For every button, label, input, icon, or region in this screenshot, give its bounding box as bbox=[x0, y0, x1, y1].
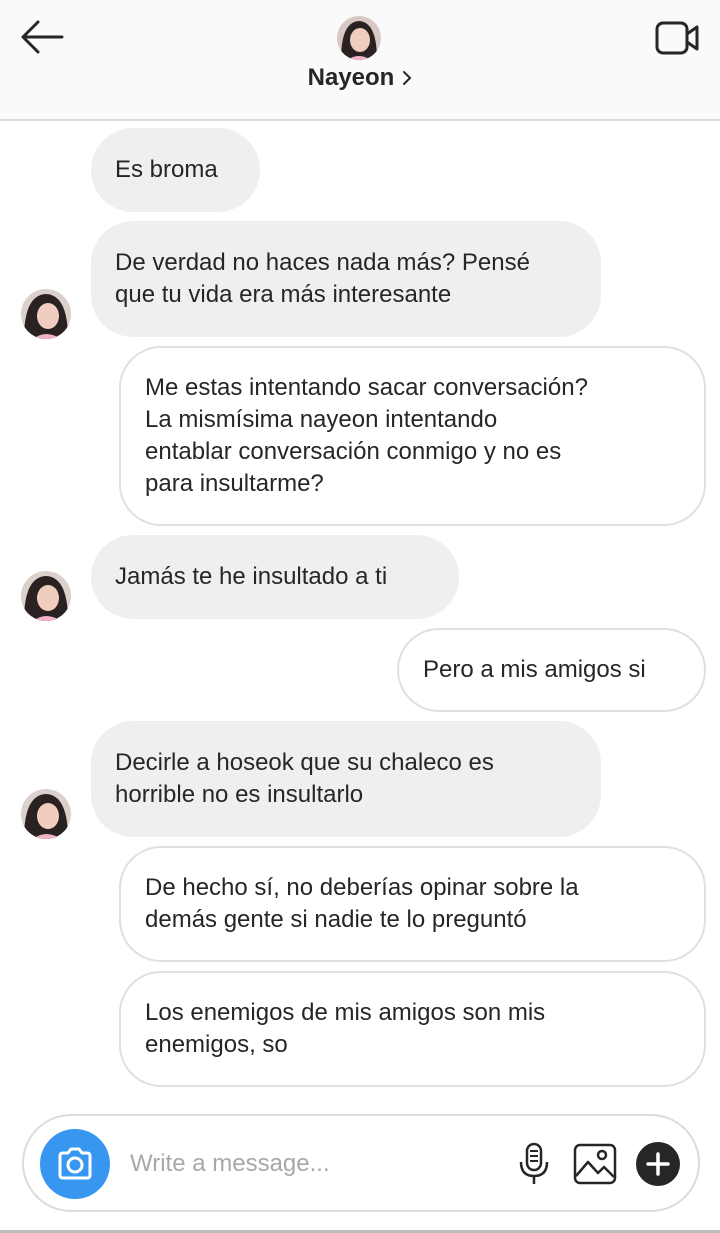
contact-avatar[interactable] bbox=[337, 16, 381, 60]
message-composer bbox=[22, 1114, 700, 1212]
arrow-left-icon bbox=[21, 20, 64, 54]
message-bubble-incoming[interactable]: Jamás te he insultado a ti bbox=[91, 535, 459, 619]
chevron-right-icon bbox=[403, 71, 412, 85]
sender-avatar[interactable] bbox=[21, 789, 71, 839]
message-text: horrible no es insultarlo bbox=[115, 781, 364, 808]
video-call-button[interactable] bbox=[654, 18, 702, 58]
image-gallery-icon bbox=[573, 1143, 617, 1185]
contact-name: Nayeon bbox=[307, 64, 395, 91]
message-bubble-incoming[interactable]: De verdad no haces nada más? Pensé que t… bbox=[91, 221, 601, 337]
voice-message-button[interactable] bbox=[514, 1142, 554, 1186]
contact-name-link[interactable]: Nayeon bbox=[0, 64, 720, 92]
message-bubble-outgoing[interactable]: Los enemigos de mis amigos son mis enemi… bbox=[119, 971, 706, 1087]
gallery-button[interactable] bbox=[572, 1142, 618, 1186]
plus-circle-icon bbox=[646, 1152, 670, 1176]
message-text: demás gente si nadie te lo preguntó bbox=[145, 906, 527, 933]
camera-icon bbox=[58, 1147, 92, 1180]
message-bubble-incoming[interactable]: Decirle a hoseok que su chaleco es horri… bbox=[91, 721, 601, 837]
more-options-button[interactable] bbox=[636, 1142, 680, 1186]
message-text: Los enemigos de mis amigos son mis bbox=[145, 999, 546, 1026]
message-text: Pero a mis amigos si bbox=[423, 656, 646, 683]
video-camera-icon bbox=[655, 21, 699, 55]
message-text: Me estas intentando sacar conversación? bbox=[145, 374, 588, 401]
back-button[interactable] bbox=[18, 16, 66, 60]
message-text: La mismísima nayeon intentando bbox=[145, 406, 498, 433]
message-text: Jamás te he insultado a ti bbox=[115, 563, 388, 590]
message-text: enemigos, so bbox=[145, 1031, 288, 1058]
message-bubble-incoming[interactable]: Es broma bbox=[91, 128, 260, 212]
message-bubble-outgoing[interactable]: De hecho sí, no deberías opinar sobre la… bbox=[119, 846, 706, 962]
message-bubble-outgoing[interactable]: Pero a mis amigos si bbox=[397, 628, 706, 712]
sender-avatar[interactable] bbox=[21, 571, 71, 621]
message-input[interactable] bbox=[130, 1144, 490, 1184]
microphone-icon bbox=[519, 1142, 549, 1184]
camera-button[interactable] bbox=[40, 1129, 110, 1199]
message-bubble-outgoing[interactable]: Me estas intentando sacar conversación? … bbox=[119, 346, 706, 526]
message-text: Decirle a hoseok que su chaleco es bbox=[115, 749, 494, 776]
message-text: De hecho sí, no deberías opinar sobre la bbox=[145, 874, 579, 901]
message-text: entablar conversación conmigo y no es bbox=[145, 438, 562, 465]
message-text: que tu vida era más interesante bbox=[115, 281, 452, 308]
message-text: Es broma bbox=[115, 156, 218, 183]
message-text: para insultarme? bbox=[145, 470, 324, 497]
chat-header: Nayeon bbox=[0, 0, 720, 121]
sender-avatar[interactable] bbox=[21, 289, 71, 339]
message-text: De verdad no haces nada más? Pensé bbox=[115, 249, 530, 276]
